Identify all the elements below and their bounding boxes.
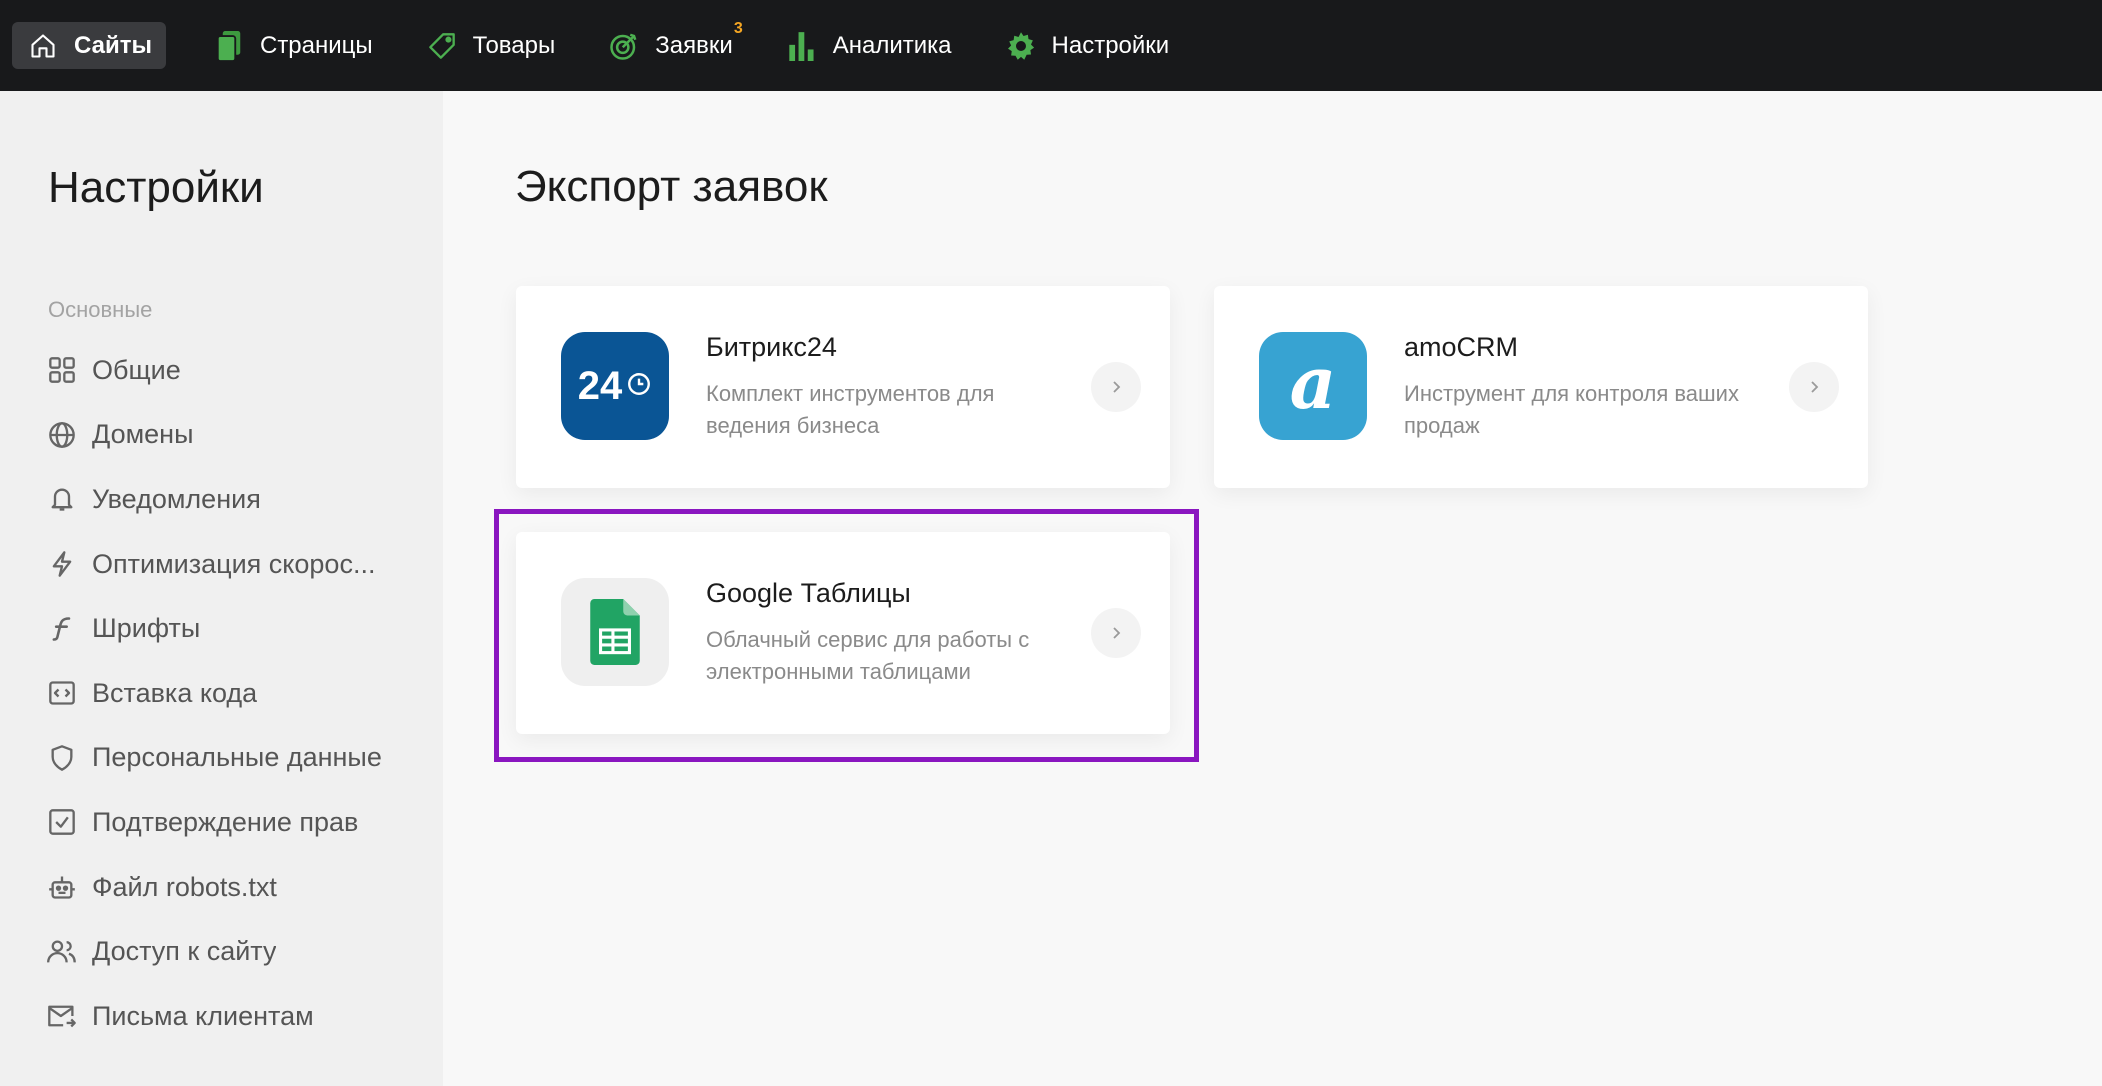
nav-pages-label: Страницы — [259, 31, 373, 59]
sidebar-item-fonts[interactable]: Шрифты — [46, 596, 436, 661]
amocrm-logo-text: a — [1289, 340, 1337, 425]
integration-card-amocrm[interactable]: a amoCRM Инструмент для контроля ваших п… — [1214, 286, 1868, 488]
nav-requests[interactable]: Заявки 3 — [593, 20, 747, 69]
sidebar-item-label: Уведомления — [92, 483, 261, 514]
sidebar-item-code-insert[interactable]: Вставка кода — [46, 661, 436, 726]
chevron-right-icon[interactable] — [1789, 362, 1839, 412]
target-icon — [609, 31, 639, 61]
sidebar-item-robots-file[interactable]: Файл robots.txt — [46, 855, 436, 920]
home-icon — [28, 31, 58, 61]
checkbox-icon — [46, 806, 78, 838]
lightning-icon — [46, 548, 78, 580]
card-title: Битрикс24 — [706, 332, 837, 362]
robot-icon — [46, 871, 78, 903]
nav-sites[interactable]: Сайты — [12, 22, 166, 69]
sidebar-item-label: Доступ к сайту — [92, 936, 277, 967]
top-nav: Сайты Страницы Товары Заявки 3 Аналитика… — [0, 0, 2102, 91]
sidebar-item-label: Общие — [92, 354, 181, 385]
users-icon — [46, 936, 78, 968]
requests-count-badge: 3 — [733, 20, 743, 37]
sidebar-title: Настройки — [48, 163, 264, 212]
sidebar-item-label: Файл robots.txt — [92, 871, 277, 902]
sidebar-item-client-emails[interactable]: Письма клиентам — [46, 984, 436, 1049]
integration-card-bitrix24[interactable]: 24 Битрикс24 Комплект инструментов для в… — [516, 286, 1170, 488]
bar-chart-icon — [787, 31, 817, 61]
gear-icon — [1006, 31, 1036, 61]
amocrm-logo: a — [1259, 332, 1367, 440]
mail-icon — [46, 1000, 78, 1032]
nav-requests-label: Заявки — [655, 31, 733, 59]
grid-icon — [46, 354, 78, 386]
sidebar-item-label: Письма клиентам — [92, 1000, 314, 1031]
sidebar-item-general[interactable]: Общие — [46, 338, 436, 403]
bitrix24-logo: 24 — [561, 332, 669, 440]
code-icon — [46, 677, 78, 709]
nav-sites-label: Сайты — [74, 31, 152, 59]
sidebar-item-site-access[interactable]: Доступ к сайту — [46, 919, 436, 984]
nav-pages[interactable]: Страницы — [198, 22, 387, 69]
sidebar-item-label: Персональные данные — [92, 742, 382, 773]
sidebar-item-label: Шрифты — [92, 613, 201, 644]
sidebar-item-speed-optimization[interactable]: Оптимизация скорос... — [46, 532, 436, 597]
nav-analytics-label: Аналитика — [832, 31, 952, 59]
nav-products[interactable]: Товары — [411, 22, 570, 69]
nav-analytics[interactable]: Аналитика — [771, 22, 966, 69]
page-title: Экспорт заявок — [515, 162, 828, 211]
bell-icon — [46, 483, 78, 515]
sidebar-item-label: Вставка кода — [92, 677, 258, 708]
selection-highlight — [494, 509, 1199, 762]
tag-icon — [427, 31, 457, 61]
sidebar-item-label: Домены — [92, 419, 194, 450]
sidebar-section-heading: Основные — [48, 297, 153, 322]
settings-sidebar: Настройки Основные Общие Домены Уведомле… — [0, 91, 443, 1086]
bitrix24-logo-text: 24 — [577, 363, 623, 408]
card-title: amoCRM — [1404, 332, 1519, 362]
sidebar-item-label: Подтверждение прав — [92, 806, 359, 837]
nav-products-label: Товары — [472, 31, 556, 59]
chevron-right-icon[interactable] — [1091, 362, 1141, 412]
pages-icon — [214, 30, 244, 61]
font-icon — [46, 613, 78, 645]
sidebar-item-rights-confirmation[interactable]: Подтверждение прав — [46, 790, 436, 855]
card-description: Комплект инструментов для ведения бизнес… — [706, 381, 995, 438]
nav-settings[interactable]: Настройки — [990, 22, 1184, 69]
globe-icon — [46, 419, 78, 451]
clock-icon — [628, 373, 651, 395]
card-description: Инструмент для контроля ваших продаж — [1404, 381, 1739, 438]
sidebar-item-label: Оптимизация скорос... — [92, 548, 376, 579]
sidebar-item-notifications[interactable]: Уведомления — [46, 467, 436, 532]
shield-icon — [46, 742, 78, 774]
sidebar-item-personal-data[interactable]: Персональные данные — [46, 726, 436, 791]
sidebar-item-domains[interactable]: Домены — [46, 403, 436, 468]
nav-settings-label: Настройки — [1051, 31, 1170, 59]
